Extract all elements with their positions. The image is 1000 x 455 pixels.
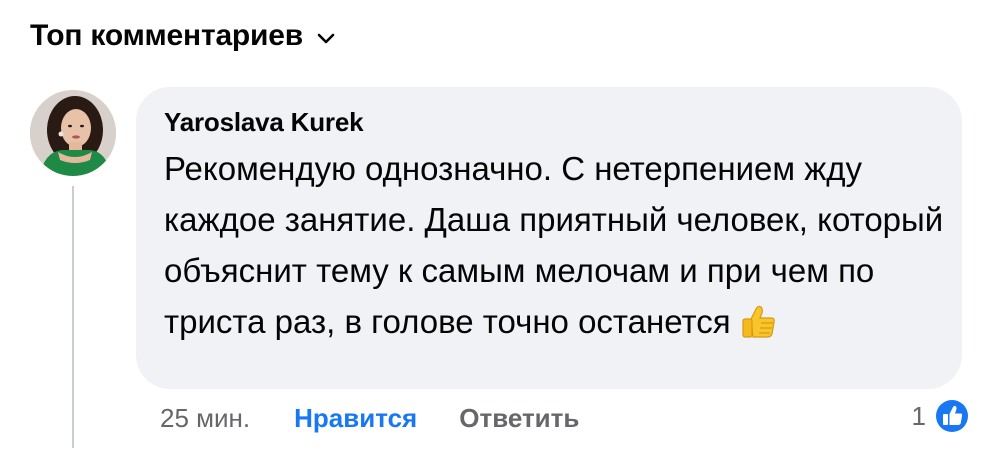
- comment-actions: 25 мин. Нравится Ответить: [160, 398, 579, 438]
- comment-author[interactable]: Yaroslava Kurek: [164, 107, 934, 137]
- reactions-count: 1: [911, 400, 926, 431]
- like-button[interactable]: Нравится: [294, 403, 417, 434]
- comment-timestamp[interactable]: 25 мин.: [160, 403, 250, 434]
- reactions-summary[interactable]: 1: [912, 396, 972, 436]
- sort-title: Топ комментариев: [30, 19, 304, 52]
- thread-line: [72, 186, 74, 448]
- thumbs-up-emoji-icon: [739, 301, 779, 341]
- like-reaction-icon: [932, 396, 972, 436]
- comment-text-container: Рекомендую однозначно. С нетерпением жду…: [164, 143, 944, 347]
- comment-text: Рекомендую однозначно. С нетерпением жду…: [164, 150, 944, 340]
- chevron-down-icon: [315, 28, 337, 50]
- comments-sort-dropdown[interactable]: Топ комментариев: [30, 14, 337, 58]
- avatar[interactable]: [30, 90, 116, 176]
- reply-button[interactable]: Ответить: [459, 403, 579, 434]
- comment-bubble: Yaroslava Kurek Рекомендую однозначно. С…: [136, 87, 962, 389]
